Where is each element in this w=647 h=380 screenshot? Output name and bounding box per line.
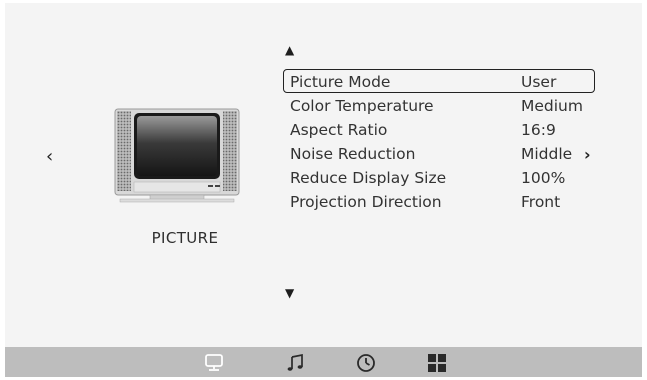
apps-grid-icon[interactable] bbox=[426, 352, 448, 374]
scroll-down-arrow[interactable]: ▼ bbox=[285, 286, 294, 300]
scroll-up-arrow[interactable]: ▲ bbox=[285, 43, 294, 57]
menu-row-picture-mode[interactable]: Picture Mode User bbox=[283, 69, 595, 93]
next-category-arrow[interactable]: › bbox=[584, 143, 591, 167]
menu-item-label: Reduce Display Size bbox=[290, 169, 447, 187]
menu-item-label: Aspect Ratio bbox=[290, 121, 388, 139]
menu-row-noise-reduction[interactable]: Noise Reduction Middle › bbox=[283, 141, 595, 165]
menu-item-label: Color Temperature bbox=[290, 97, 434, 115]
menu-item-value: Medium bbox=[521, 97, 583, 115]
music-note-icon[interactable] bbox=[285, 352, 307, 374]
clock-icon[interactable] bbox=[355, 352, 377, 374]
menu-item-value: User bbox=[521, 73, 557, 91]
menu-item-label: Picture Mode bbox=[290, 73, 391, 91]
menu-row-color-temperature[interactable]: Color Temperature Medium bbox=[283, 93, 595, 117]
osd-screen: ‹ PICTURE ▲ Picture Mode User Color Temp… bbox=[5, 3, 642, 377]
menu-item-label: Noise Reduction bbox=[290, 145, 416, 163]
category-label: PICTURE bbox=[151, 229, 219, 247]
menu-item-value: Front bbox=[521, 193, 561, 211]
tv-icon bbox=[114, 108, 240, 203]
previous-category-arrow[interactable]: ‹ bbox=[46, 146, 53, 167]
menu-row-reduce-display-size[interactable]: Reduce Display Size 100% bbox=[283, 165, 595, 189]
menu-row-projection-direction[interactable]: Projection Direction Front bbox=[283, 189, 595, 213]
menu-item-value: Middle bbox=[521, 145, 573, 163]
category-taskbar bbox=[5, 347, 642, 377]
monitor-icon[interactable] bbox=[203, 352, 225, 374]
menu-item-value: 100% bbox=[521, 169, 566, 187]
menu-item-label: Projection Direction bbox=[290, 193, 442, 211]
tv-illustration bbox=[114, 108, 240, 206]
menu-row-aspect-ratio[interactable]: Aspect Ratio 16:9 bbox=[283, 117, 595, 141]
settings-menu: Picture Mode User Color Temperature Medi… bbox=[283, 69, 595, 213]
menu-item-value: 16:9 bbox=[521, 121, 556, 139]
